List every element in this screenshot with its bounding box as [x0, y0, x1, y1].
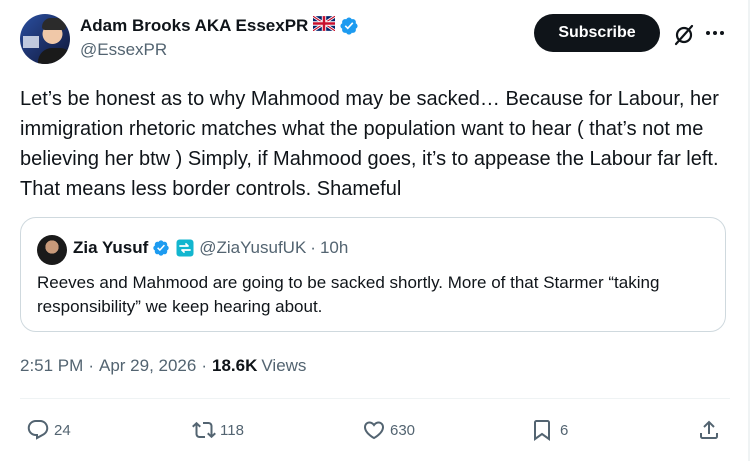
divider — [20, 398, 730, 399]
like-icon — [362, 418, 386, 442]
reply-count: 24 — [54, 421, 71, 439]
quoted-separator: · — [310, 238, 316, 257]
like-button[interactable]: 630 — [362, 418, 415, 442]
repost-button[interactable]: 118 — [192, 418, 244, 442]
share-button[interactable] — [697, 418, 721, 442]
repost-count: 118 — [220, 421, 244, 439]
tweet-time[interactable]: 2:51 PM — [20, 356, 83, 376]
reply-icon — [26, 418, 50, 442]
tweet-date[interactable]: Apr 29, 2026 — [99, 356, 196, 376]
quoted-tweet[interactable]: Zia Yusuf @ZiaYusufUK · 10h Reeves and M… — [20, 217, 726, 332]
grok-icon[interactable] — [672, 23, 696, 47]
share-icon — [697, 418, 721, 442]
verified-badge-icon[interactable] — [339, 16, 359, 36]
author-handle[interactable]: @EssexPR — [80, 40, 167, 60]
quoted-handle[interactable]: @ZiaYusufUK — [199, 238, 306, 258]
meta-separator: · — [88, 356, 94, 375]
quoted-timestamp[interactable]: 10h — [320, 238, 348, 258]
meta-separator: · — [201, 356, 208, 375]
author-name-row: Adam Brooks AKA EssexPR — [80, 14, 359, 38]
avatar-shirt — [38, 48, 70, 64]
like-count: 630 — [390, 421, 416, 439]
views-label: Views — [261, 356, 307, 375]
bookmark-button[interactable]: 6 — [530, 418, 568, 442]
union-jack-flag-icon — [312, 14, 337, 36]
bookmark-count: 6 — [560, 421, 569, 439]
tweet-text: Let’s be honest as to why Mahmood may be… — [20, 88, 719, 200]
party-badge-icon — [176, 239, 194, 257]
views-count[interactable]: 18.6K — [212, 356, 257, 376]
avatar-hair — [42, 18, 66, 30]
tweet: Adam Brooks AKA EssexPR @EssexPR Subscri… — [0, 0, 750, 461]
subscribe-button[interactable]: Subscribe — [534, 14, 660, 52]
quoted-author-row: Zia Yusuf @ZiaYusufUK · 10h — [73, 237, 348, 259]
repost-icon — [192, 418, 216, 442]
verified-badge-icon — [152, 239, 170, 257]
quoted-author-avatar[interactable] — [37, 235, 67, 265]
author-avatar[interactable] — [20, 14, 70, 64]
reply-button[interactable]: 24 — [26, 418, 71, 442]
more-icon[interactable] — [702, 22, 728, 44]
quoted-display-name[interactable]: Zia Yusuf — [73, 238, 148, 258]
tweet-meta: 2:51 PM · Apr 29, 2026 · 18.6K Views — [20, 356, 306, 376]
author-display-name[interactable]: Adam Brooks AKA EssexPR — [80, 16, 308, 36]
bookmark-icon — [530, 418, 554, 442]
avatar-sign — [23, 36, 39, 48]
quoted-text: Reeves and Mahmood are going to be sacke… — [37, 273, 660, 316]
